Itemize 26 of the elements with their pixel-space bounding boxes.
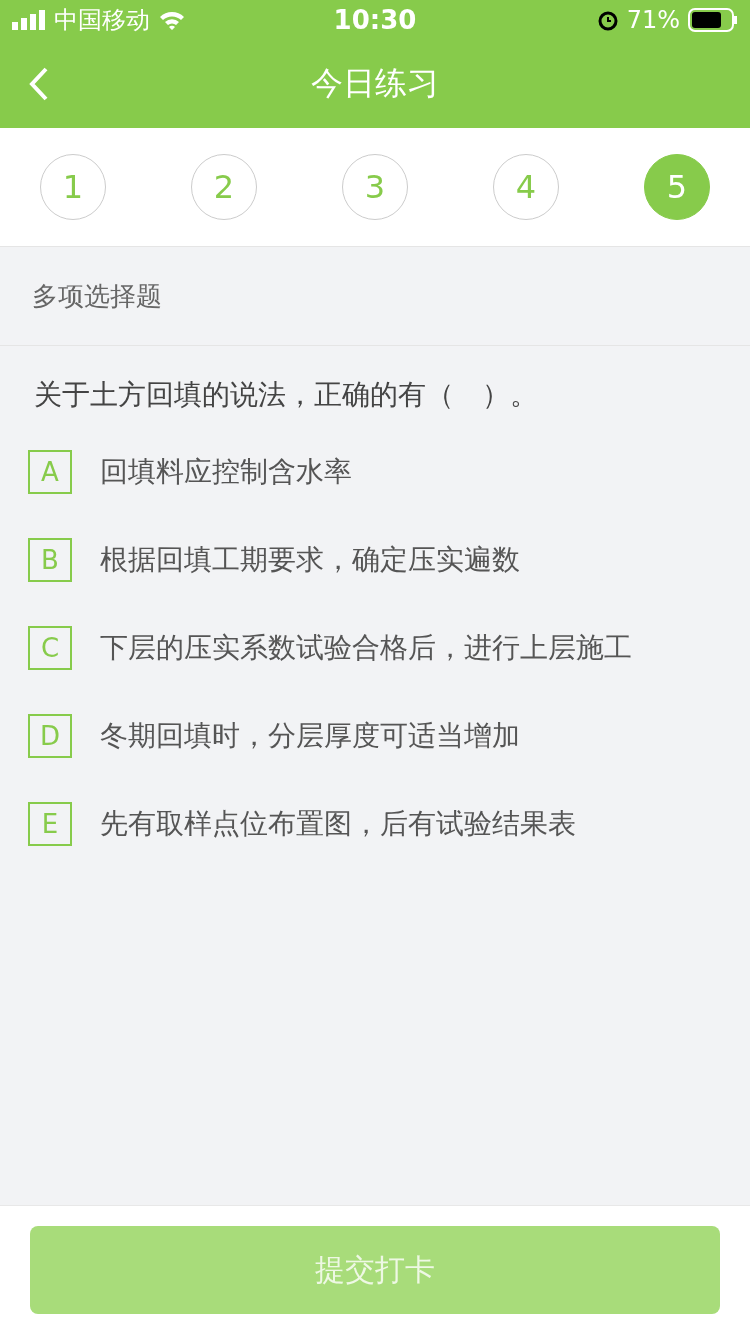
clock-time: 10:30	[333, 5, 417, 35]
option-text[interactable]: 先有取样点位布置图，后有试验结果表	[100, 805, 576, 843]
wifi-icon	[158, 10, 186, 30]
option-letter[interactable]: C	[28, 626, 72, 670]
option-letter[interactable]: B	[28, 538, 72, 582]
question-number-tab[interactable]: 4	[493, 154, 559, 220]
question-number-tab[interactable]: 1	[40, 154, 106, 220]
option-letter[interactable]: D	[28, 714, 72, 758]
option-text[interactable]: 回填料应控制含水率	[100, 453, 352, 491]
battery-percent: 71%	[626, 6, 680, 34]
battery-icon	[688, 8, 738, 32]
page-title: 今日练习	[311, 63, 439, 104]
signal-icon	[12, 10, 46, 30]
option-text[interactable]: 下层的压实系数试验合格后，进行上层施工	[100, 629, 632, 667]
back-icon[interactable]	[28, 66, 50, 102]
option-letter[interactable]: A	[28, 450, 72, 494]
option-text[interactable]: 冬期回填时，分层厚度可适当增加	[100, 717, 520, 755]
question-number-tab[interactable]: 2	[191, 154, 257, 220]
option-text[interactable]: 根据回填工期要求，确定压实遍数	[100, 541, 520, 579]
question-number-tab[interactable]: 5	[644, 154, 710, 220]
question-number-tab[interactable]: 3	[342, 154, 408, 220]
alarm-icon	[596, 9, 619, 31]
option-letter[interactable]: E	[28, 802, 72, 846]
question-text: 关于土方回填的说法，正确的有（ ）。	[33, 377, 539, 413]
carrier-name: 中国移动	[54, 5, 150, 36]
question-type: 多项选择题	[0, 247, 750, 346]
